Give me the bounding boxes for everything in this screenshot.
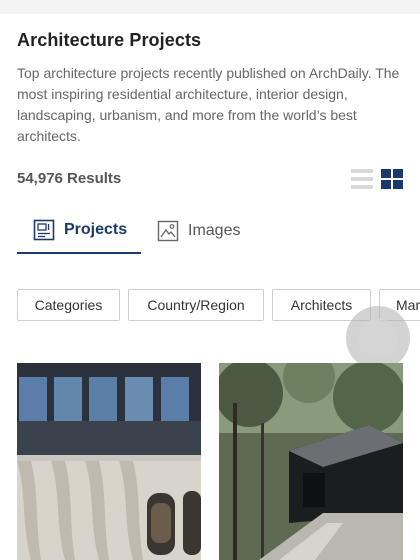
list-view-icon[interactable]	[351, 169, 373, 189]
project-thumbnail	[17, 363, 201, 560]
page-title: Architecture Projects	[17, 30, 202, 50]
image-icon	[157, 220, 179, 242]
project-card[interactable]	[17, 363, 201, 560]
tab-projects[interactable]: Projects	[17, 208, 141, 254]
view-toggle	[350, 166, 406, 192]
project-card[interactable]	[219, 363, 403, 560]
grid-view-icon[interactable]	[381, 169, 403, 189]
results-count: 54,976 Results	[17, 170, 122, 187]
project-thumbnail	[219, 363, 403, 560]
blueprint-icon	[33, 219, 55, 241]
filter-categories[interactable]: Categories	[17, 289, 120, 321]
tab-label: Projects	[64, 221, 128, 238]
status-strip	[0, 0, 420, 14]
page-description: Top architecture projects recently publi…	[17, 65, 400, 144]
touch-indicator	[346, 306, 410, 370]
tab-bar: Projects Images	[17, 208, 409, 254]
filter-country-region[interactable]: Country/Region	[128, 289, 264, 321]
tab-label: Images	[188, 222, 241, 239]
tab-images[interactable]: Images	[157, 208, 267, 254]
